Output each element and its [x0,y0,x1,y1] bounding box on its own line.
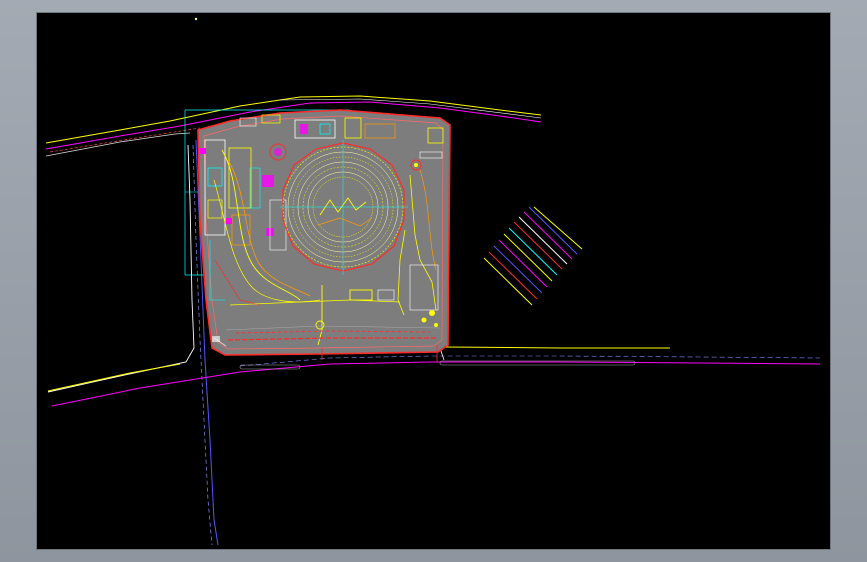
left-road-edge-white [47,144,195,393]
point-marker [194,17,198,21]
drawing-viewport[interactable] [37,13,830,549]
cad-site-plan-icon [45,17,821,546]
cad-application-window [0,0,867,562]
top-road-centerline [49,127,201,153]
site-plan-drawing [45,17,821,546]
bottom-right-road-yellow [443,346,670,349]
diagonal-detail-block [483,206,583,306]
bottom-road-edge-magenta [51,361,821,407]
